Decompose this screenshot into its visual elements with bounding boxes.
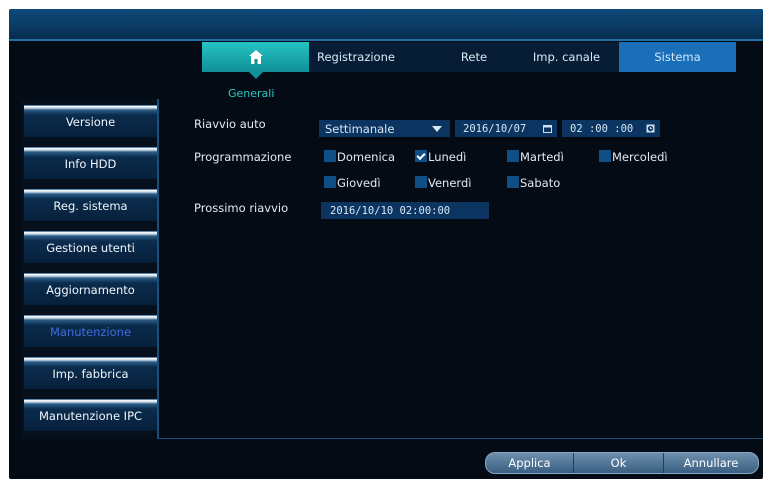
chevron-down-icon xyxy=(432,126,442,132)
checkbox-sabato[interactable] xyxy=(507,176,519,188)
action-buttons: Applica Ok Annullare xyxy=(485,452,759,474)
label-sabato: Sabato xyxy=(520,176,561,190)
clock-icon[interactable] xyxy=(646,124,655,133)
tab-sistema[interactable]: Sistema xyxy=(619,42,736,72)
sidebar-item-reg-sistema[interactable]: Reg. sistema xyxy=(24,189,157,221)
divider xyxy=(157,438,763,439)
calendar-icon[interactable] xyxy=(543,124,552,133)
sidebar-item-manutenzione[interactable]: Manutenzione xyxy=(24,315,157,347)
label-giovedi: Giovedì xyxy=(337,176,381,190)
prossimo-riavvio-field: 2016/10/10 02:00:00 xyxy=(321,202,489,219)
checkbox-martedi[interactable] xyxy=(507,150,519,162)
label-lunedi: Lunedì xyxy=(428,150,467,164)
label-domenica: Domenica xyxy=(337,150,396,164)
tab-imp-canale[interactable]: Imp. canale xyxy=(514,42,619,72)
sidebar-item-aggiornamento[interactable]: Aggiornamento xyxy=(24,273,157,305)
apply-button[interactable]: Applica xyxy=(486,453,574,473)
app-window: Registrazione Rete Imp. canale Sistema G… xyxy=(9,9,763,479)
ok-button[interactable]: Ok xyxy=(574,453,664,473)
sidebar-item-gestione-utenti[interactable]: Gestione utenti xyxy=(24,231,157,263)
programmazione-label: Programmazione xyxy=(194,150,292,164)
label-mercoledi: Mercoledì xyxy=(612,150,668,164)
riavvio-auto-value: Settimanale xyxy=(325,121,395,136)
label-martedi: Martedì xyxy=(520,150,564,164)
tab-rete[interactable]: Rete xyxy=(434,42,514,72)
time-value: 02 :00 :00 xyxy=(570,122,634,135)
sidebar-item-versione[interactable]: Versione xyxy=(24,105,157,137)
home-icon xyxy=(248,50,263,64)
cancel-button[interactable]: Annullare xyxy=(664,453,758,473)
prossimo-riavvio-label: Prossimo riavvio xyxy=(194,201,289,215)
riavvio-auto-label: Riavvio auto xyxy=(194,117,266,131)
checkbox-giovedi[interactable] xyxy=(324,176,336,188)
checkbox-venerdi[interactable] xyxy=(415,176,427,188)
date-field[interactable]: 2016/10/07 xyxy=(455,120,557,137)
prossimo-riavvio-value: 2016/10/10 02:00:00 xyxy=(330,204,451,217)
sidebar-item-imp-fabbrica[interactable]: Imp. fabbrica xyxy=(24,357,157,389)
section-title: Generali xyxy=(228,87,275,100)
sidebar: Versione Info HDD Reg. sistema Gestione … xyxy=(21,99,159,439)
sidebar-item-info-hdd[interactable]: Info HDD xyxy=(24,147,157,179)
label-venerdi: Venerdì xyxy=(428,176,472,190)
date-value: 2016/10/07 xyxy=(463,122,527,135)
time-field[interactable]: 02 :00 :00 xyxy=(562,120,660,137)
sidebar-item-manutenzione-ipc[interactable]: Manutenzione IPC xyxy=(24,399,157,431)
tab-registrazione[interactable]: Registrazione xyxy=(309,42,434,72)
main-tabs: Registrazione Rete Imp. canale Sistema xyxy=(202,42,736,79)
riavvio-auto-select[interactable]: Settimanale xyxy=(319,120,450,137)
tab-home[interactable] xyxy=(202,42,309,79)
checkbox-mercoledi[interactable] xyxy=(599,150,611,162)
title-bar xyxy=(9,9,763,41)
checkbox-domenica[interactable] xyxy=(324,150,336,162)
checkbox-lunedi[interactable] xyxy=(415,150,427,162)
